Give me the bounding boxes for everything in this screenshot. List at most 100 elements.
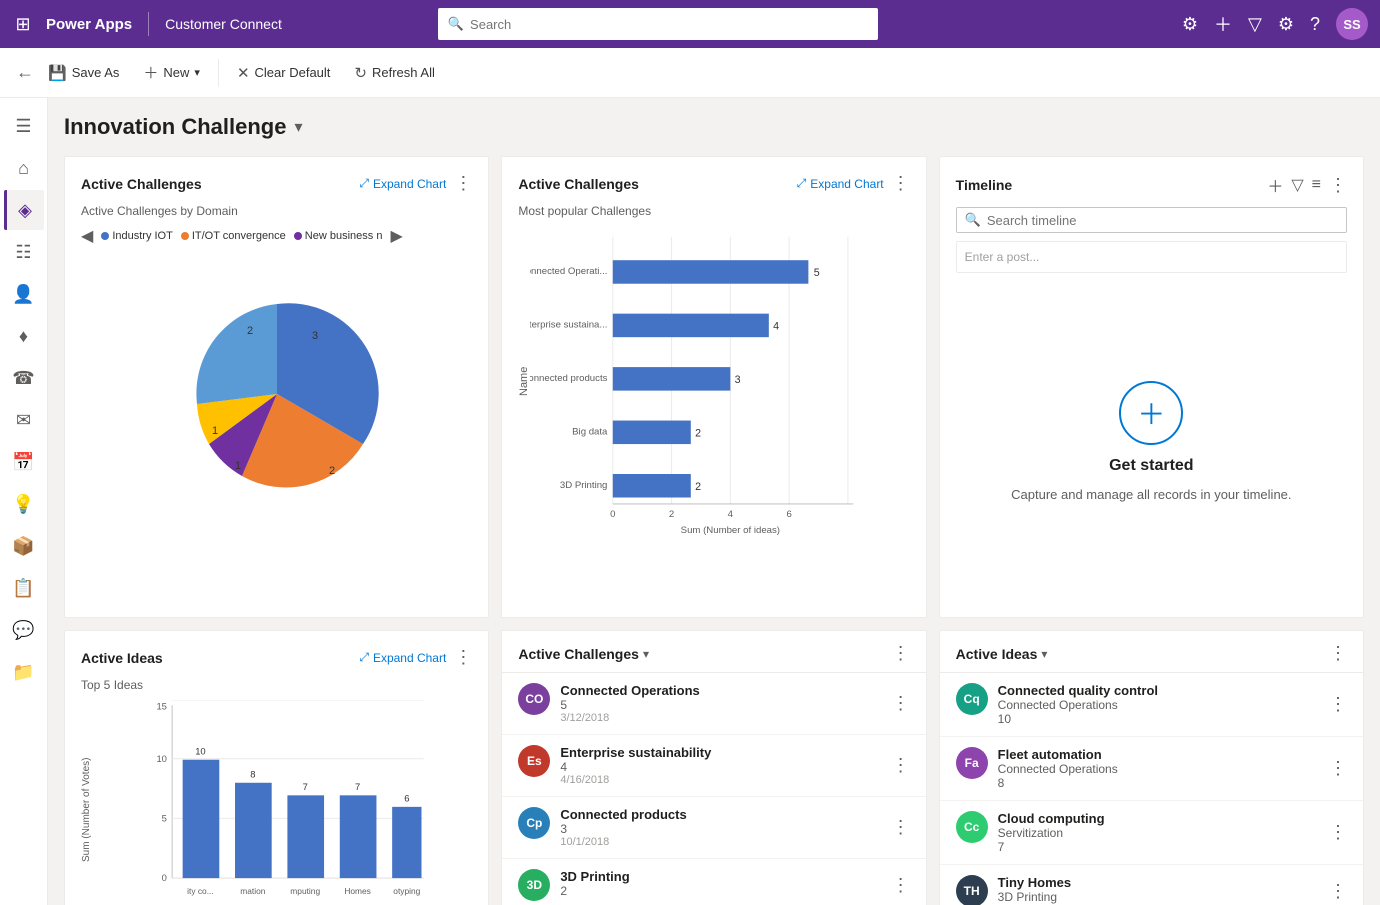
save-as-button[interactable]: 💾 Save As <box>38 58 129 88</box>
expand-chart-button-2[interactable]: ⤢ Expand Chart <box>797 176 884 191</box>
challenge-item-more-3[interactable]: ⋮ <box>892 817 910 838</box>
sidebar-item-chat[interactable]: 💬 <box>4 610 44 650</box>
timeline-sort-button[interactable]: ≡ <box>1312 176 1321 194</box>
sidebar-item-email[interactable]: ✉ <box>4 400 44 440</box>
new-dropdown-icon: ▾ <box>194 66 200 79</box>
idea-item-more-3[interactable]: ⋮ <box>1329 822 1347 843</box>
page-title-chevron-icon[interactable]: ▾ <box>294 117 302 137</box>
top-navigation: ⊞ Power Apps Customer Connect 🔍 ⚙ ＋ ▽ ⚙ … <box>0 0 1380 48</box>
search-input[interactable] <box>470 17 868 32</box>
sidebar-item-menu[interactable]: ☰ <box>4 106 44 146</box>
svg-text:3D Printing: 3D Printing <box>560 480 608 491</box>
chat-icon: 💬 <box>12 620 34 641</box>
sidebar-item-leads[interactable]: ♦ <box>4 316 44 356</box>
chart-subtitle-ideas: Top 5 Ideas <box>81 678 472 692</box>
global-search-box[interactable]: 🔍 <box>438 8 878 40</box>
timeline-filter-button[interactable]: ▽ <box>1291 175 1303 195</box>
challenges-title-row: Active Challenges ▾ <box>518 646 649 662</box>
brand-label: Power Apps <box>46 16 132 33</box>
expand-chart-button-1[interactable]: ⤢ Expand Chart <box>359 176 446 191</box>
settings-icon[interactable]: ⚙ <box>1182 14 1198 35</box>
pie-label-3: 3 <box>312 330 318 342</box>
challenge-item-more-4[interactable]: ⋮ <box>892 875 910 896</box>
sidebar-item-dashboard[interactable]: ◈ <box>4 190 44 230</box>
refresh-all-button[interactable]: ↻ Refresh All <box>344 58 444 88</box>
bar-4 <box>613 421 691 445</box>
challenges-more-button[interactable]: ⋮ <box>892 643 910 664</box>
legend-next-button[interactable]: ▶ <box>390 226 402 246</box>
sidebar-item-home[interactable]: ⌂ <box>4 148 44 188</box>
svg-text:ity co...: ity co... <box>187 886 214 896</box>
idea-avatar-2: Fa <box>956 747 988 779</box>
filter-icon[interactable]: ▽ <box>1248 14 1262 35</box>
more-options-button-ideas[interactable]: ⋮ <box>454 647 472 668</box>
more-options-button-1[interactable]: ⋮ <box>454 173 472 194</box>
challenge-avatar-2: Es <box>518 745 550 777</box>
idea-item-more-2[interactable]: ⋮ <box>1329 758 1347 779</box>
active-challenges-list-card: Active Challenges ▾ ⋮ CO Connected Opera… <box>501 630 926 905</box>
timeline-get-started-button[interactable]: ＋ <box>1119 381 1183 445</box>
sidebar-item-products[interactable]: 📦 <box>4 526 44 566</box>
menu-icon: ☰ <box>15 116 31 137</box>
idea-item-more-1[interactable]: ⋮ <box>1329 694 1347 715</box>
bar-chart-horizontal: Name Connected Operati... 5 <box>518 226 909 536</box>
challenge-item-more-1[interactable]: ⋮ <box>892 693 910 714</box>
timeline-search-box[interactable]: 🔍 <box>956 207 1347 233</box>
ideas-more-button[interactable]: ⋮ <box>1329 643 1347 664</box>
back-button[interactable]: ← <box>16 62 34 83</box>
challenge-avatar-4: 3D <box>518 869 550 901</box>
timeline-post-area[interactable]: Enter a post... <box>956 241 1347 273</box>
svg-text:2: 2 <box>695 428 701 440</box>
sidebar-item-ideas[interactable]: 💡 <box>4 484 44 524</box>
add-icon[interactable]: ＋ <box>1214 11 1232 37</box>
ideas-bar-chart: Sum (Number of Votes) 0 5 <box>81 700 472 905</box>
sidebar-item-phone[interactable]: ☎ <box>4 358 44 398</box>
legend-label-2: IT/OT convergence <box>192 230 286 242</box>
sidebar-item-files[interactable]: 📁 <box>4 652 44 692</box>
gear-icon[interactable]: ⚙ <box>1278 14 1294 35</box>
challenges-list-scroll[interactable]: CO Connected Operations 5 3/12/2018 ⋮ Es… <box>502 673 925 905</box>
horizontal-bar-svg: Connected Operati... 5 Enterprise sustai… <box>530 226 909 536</box>
help-icon[interactable]: ? <box>1310 14 1320 35</box>
sidebar-item-cases[interactable]: 📋 <box>4 568 44 608</box>
timeline-more-button[interactable]: ⋮ <box>1329 175 1347 196</box>
more-options-button-2[interactable]: ⋮ <box>892 173 910 194</box>
y-axis-label: Name <box>518 226 530 536</box>
challenges-dropdown-icon[interactable]: ▾ <box>643 647 649 661</box>
clear-icon: ✕ <box>237 64 250 82</box>
timeline-add-button[interactable]: ＋ <box>1267 173 1283 197</box>
svg-text:Sum (Number of ideas): Sum (Number of ideas) <box>681 525 780 536</box>
app-grid-button[interactable]: ⊞ <box>12 13 34 35</box>
legend-dot-1 <box>101 232 109 240</box>
sidebar-item-records[interactable]: ☷ <box>4 232 44 272</box>
sidebar-item-calendar[interactable]: 📅 <box>4 442 44 482</box>
expand-chart-button-ideas[interactable]: ⤢ Expand Chart <box>359 650 446 665</box>
app-name-label: Customer Connect <box>165 16 282 32</box>
sidebar-item-person[interactable]: 👤 <box>4 274 44 314</box>
svg-text:8: 8 <box>250 769 255 780</box>
challenge-item-3: Cp Connected products 3 10/1/2018 ⋮ <box>502 797 925 859</box>
user-avatar[interactable]: SS <box>1336 8 1368 40</box>
challenge-date-1: 3/12/2018 <box>560 712 881 724</box>
legend-prev-button[interactable]: ◀ <box>81 226 93 246</box>
timeline-search-input[interactable] <box>987 213 1338 228</box>
clear-default-button[interactable]: ✕ Clear Default <box>227 58 340 88</box>
idea-item-2: Fa Fleet automation Connected Operations… <box>940 737 1363 801</box>
idea-content-3: Cloud computing Servitization 7 <box>998 811 1319 854</box>
idea-avatar-1: Cq <box>956 683 988 715</box>
challenge-name-4: 3D Printing <box>560 869 881 884</box>
ideas-bar-svg: 0 5 10 15 10 ity co... 8 mation <box>92 700 472 905</box>
bar-3 <box>613 367 731 391</box>
challenge-item-more-2[interactable]: ⋮ <box>892 755 910 776</box>
cmd-separator <box>218 59 219 87</box>
legend-item-3: New business n <box>294 230 383 242</box>
legend-item-1: Industry IOT <box>101 230 173 242</box>
idea-item-more-4[interactable]: ⋮ <box>1329 881 1347 902</box>
pie-label-1a: 1 <box>212 425 218 437</box>
idea-sub-3: Servitization <box>998 826 1319 840</box>
idea-sub-2: Connected Operations <box>998 762 1319 776</box>
ideas-list-scroll[interactable]: Cq Connected quality control Connected O… <box>940 673 1363 905</box>
ideas-bar-2 <box>235 783 272 878</box>
ideas-dropdown-icon[interactable]: ▾ <box>1041 647 1047 661</box>
new-button[interactable]: ＋ New ▾ <box>133 56 210 89</box>
